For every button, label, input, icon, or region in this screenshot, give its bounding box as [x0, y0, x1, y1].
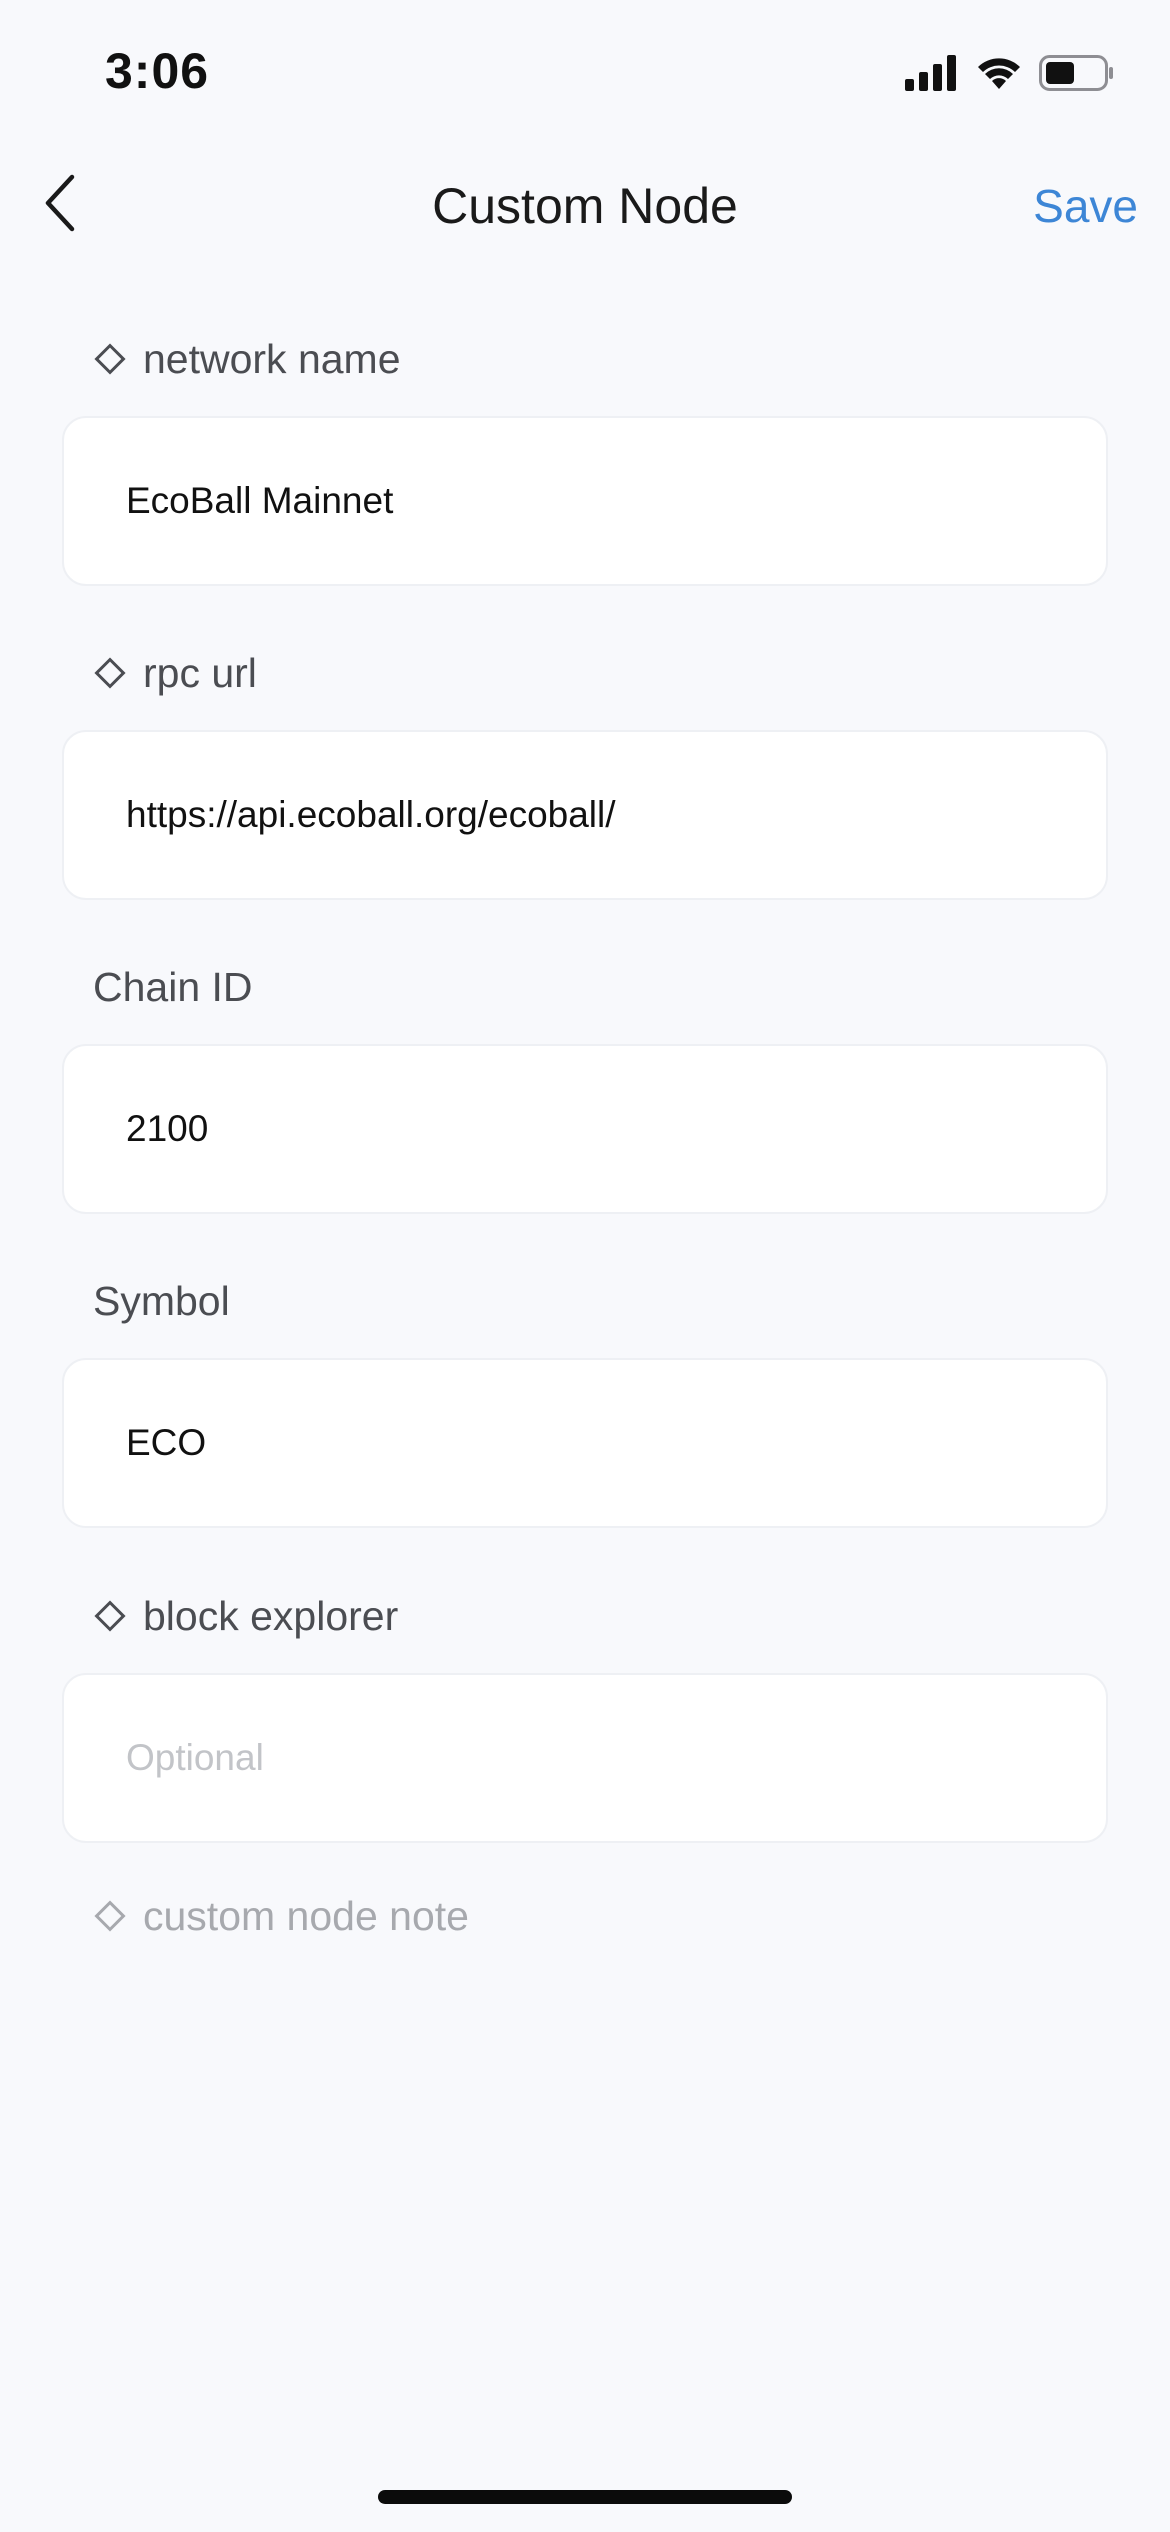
diamond-icon	[94, 343, 126, 375]
symbol-label-text: Symbol	[93, 1278, 230, 1324]
chain-id-input[interactable]	[126, 1046, 1066, 1212]
rpc-url-input[interactable]	[126, 732, 1066, 898]
rpc-url-label: rpc url	[93, 648, 257, 698]
custom-node-note: custom node note	[93, 1891, 469, 1941]
block-explorer-label-text: block explorer	[143, 1593, 399, 1639]
symbol-field[interactable]	[62, 1358, 1108, 1528]
chain-id-label-text: Chain ID	[93, 964, 253, 1010]
network-name-field[interactable]	[62, 416, 1108, 586]
network-name-input[interactable]	[126, 418, 1066, 584]
chain-id-label: Chain ID	[93, 962, 253, 1012]
block-explorer-input[interactable]	[126, 1675, 1066, 1841]
page-title: Custom Node	[432, 178, 738, 234]
symbol-input[interactable]	[126, 1360, 1066, 1526]
cellular-signal-icon	[905, 54, 959, 96]
chain-id-field[interactable]	[62, 1044, 1108, 1214]
rpc-url-label-text: rpc url	[143, 650, 257, 696]
diamond-icon	[94, 1600, 126, 1632]
block-explorer-label: block explorer	[93, 1591, 398, 1641]
network-name-label: network name	[93, 334, 401, 384]
status-icons	[905, 50, 1115, 100]
battery-icon	[1039, 54, 1115, 97]
custom-node-note-text: custom node note	[143, 1893, 469, 1939]
save-button[interactable]: Save	[1033, 175, 1138, 237]
symbol-label: Symbol	[93, 1276, 230, 1326]
custom-node-screen: 3:06 Custom Node Save network name EcoBa…	[0, 0, 1170, 2532]
block-explorer-field[interactable]	[62, 1673, 1108, 1843]
status-time: 3:06	[105, 43, 210, 99]
wifi-icon	[975, 55, 1023, 96]
diamond-icon	[94, 1900, 126, 1932]
home-indicator	[378, 2490, 792, 2504]
network-name-label-text: network name	[143, 336, 401, 382]
diamond-icon	[94, 657, 126, 689]
rpc-url-field[interactable]	[62, 730, 1108, 900]
